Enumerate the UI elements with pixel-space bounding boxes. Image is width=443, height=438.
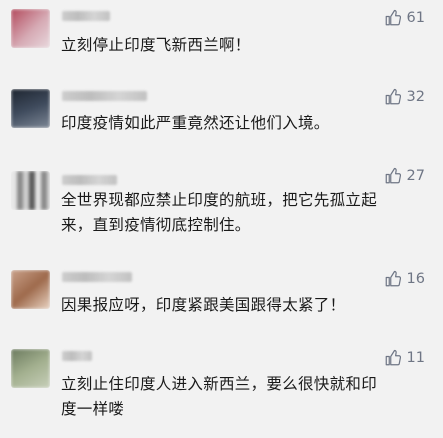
comment-text: 全世界现都应禁止印度的航班，把它先孤立起 来，直到疫情彻底控制住。 <box>61 191 378 234</box>
username-redacted <box>62 91 147 101</box>
avatar[interactable] <box>11 349 50 388</box>
avatar[interactable] <box>11 171 50 210</box>
comment-text: 立刻停止印度飞新西兰啊！ <box>61 36 251 54</box>
like-button[interactable]: 16 <box>384 269 425 289</box>
like-button[interactable]: 27 <box>384 166 425 186</box>
thumbs-up-icon <box>385 349 401 366</box>
like-count: 16 <box>406 271 425 287</box>
comment-text: 因果报应呀，印度紧跟美国跟得太紧了！ <box>61 296 346 314</box>
comment-text: 立刻止住印度人进入新西兰，要么很快就和印 度一样喽 <box>61 375 378 418</box>
username-redacted <box>62 11 110 21</box>
like-count: 11 <box>406 350 425 366</box>
like-button[interactable]: 32 <box>384 87 425 107</box>
like-count: 61 <box>406 10 425 26</box>
like-count: 32 <box>406 89 425 105</box>
thumbs-up-icon <box>385 167 401 184</box>
like-count: 27 <box>406 168 425 184</box>
thumbs-up-icon <box>385 9 401 26</box>
comment-text: 印度疫情如此严重竟然还让他们入境。 <box>61 114 330 132</box>
avatar[interactable] <box>11 270 50 309</box>
like-button[interactable]: 61 <box>384 8 425 28</box>
avatar[interactable] <box>11 89 50 128</box>
thumbs-up-icon <box>385 88 401 105</box>
username-redacted <box>62 351 92 361</box>
like-button[interactable]: 11 <box>384 348 425 368</box>
username-redacted <box>62 175 117 185</box>
username-redacted <box>62 272 132 282</box>
thumbs-up-icon <box>385 270 401 287</box>
avatar[interactable] <box>11 9 50 48</box>
